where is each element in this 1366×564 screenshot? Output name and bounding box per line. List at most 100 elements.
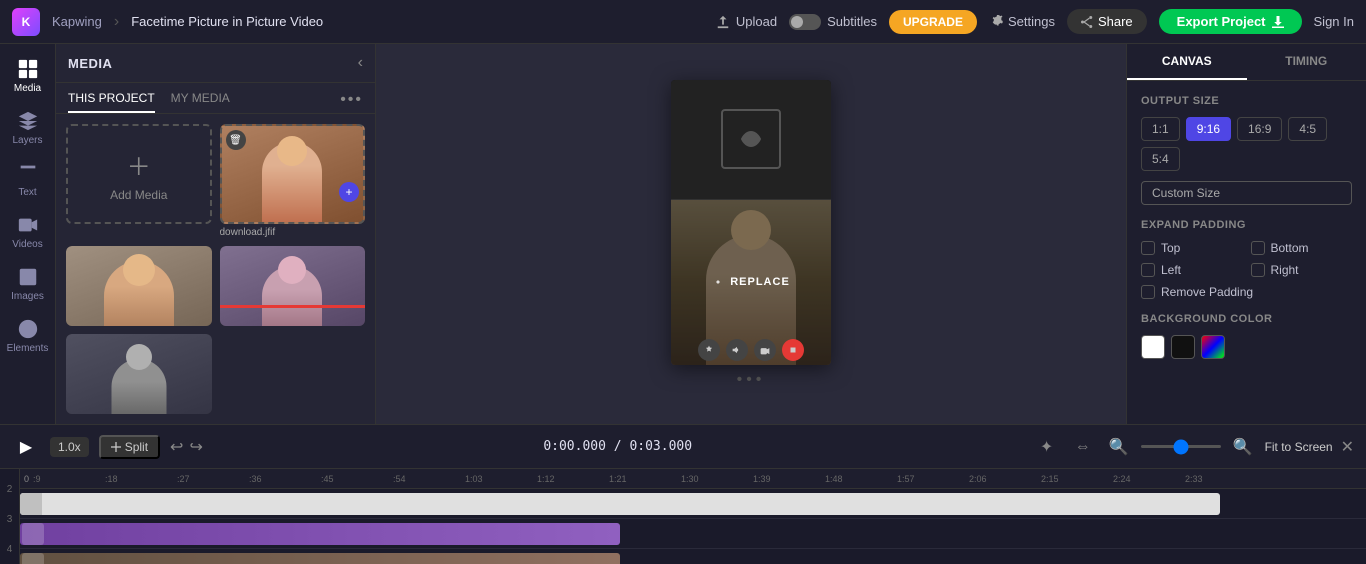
padding-bottom: Bottom bbox=[1251, 241, 1353, 255]
padding-left-label: Left bbox=[1161, 263, 1181, 277]
sidebar-item-text[interactable]: Text bbox=[3, 156, 53, 204]
subtitles-toggle[interactable]: Subtitles bbox=[789, 14, 877, 30]
sidebar-elements-label: Elements bbox=[7, 343, 49, 354]
fit-to-screen-button[interactable]: Fit to Screen bbox=[1265, 440, 1333, 454]
background-color-label: BACKGROUND COLOR bbox=[1141, 313, 1352, 325]
bottom-area: ▶ 1.0x Split ↩ ↪ 0:00.000 / 0:03.000 ✦ ⇔… bbox=[0, 424, 1366, 564]
output-size-buttons: 1:1 9:16 16:9 4:5 5:4 bbox=[1141, 117, 1352, 171]
track-num-3: 3 bbox=[0, 504, 19, 534]
media-panel: MEDIA ‹ THIS PROJECT MY MEDIA ••• ＋ Add … bbox=[56, 44, 376, 424]
color-swatch-black[interactable] bbox=[1171, 335, 1195, 359]
sidebar-item-images[interactable]: Images bbox=[3, 260, 53, 308]
split-label: Split bbox=[125, 440, 148, 454]
play-button[interactable]: ▶ bbox=[12, 433, 40, 461]
main-area: Media Layers Text Videos Images Elements… bbox=[0, 44, 1366, 424]
export-button[interactable]: Export Project bbox=[1159, 9, 1302, 34]
undo-redo-controls: ↩ ↪ bbox=[170, 437, 203, 457]
media-plus-badge-1[interactable]: + bbox=[339, 182, 359, 202]
padding-top: Top bbox=[1141, 241, 1243, 255]
track-clip-img[interactable] bbox=[20, 523, 620, 545]
padding-right-checkbox[interactable] bbox=[1251, 263, 1265, 277]
sidebar-item-elements[interactable]: Elements bbox=[3, 312, 53, 360]
zoom-slider[interactable] bbox=[1141, 445, 1221, 448]
media-item[interactable]: download.jfif bbox=[220, 246, 366, 326]
media-tab-my-media[interactable]: MY MEDIA bbox=[171, 91, 230, 113]
media-panel-collapse-button[interactable]: ‹ bbox=[358, 54, 363, 72]
media-item[interactable]: 🗑 + download.jfif bbox=[220, 124, 366, 238]
track-num-4: 4 bbox=[0, 534, 19, 564]
canvas-slot-top bbox=[671, 80, 831, 200]
sidebar-layers-label: Layers bbox=[12, 135, 42, 146]
split-button[interactable]: Split bbox=[99, 435, 160, 459]
canvas-ctrl-effects[interactable] bbox=[698, 339, 720, 361]
media-panel-header: MEDIA ‹ bbox=[56, 44, 375, 83]
timeline-tracks[interactable]: 0 :9 :18 :27 :36 :45 :54 1:03 1:12 1:21 … bbox=[20, 469, 1366, 564]
add-media-button[interactable]: ＋ Add Media bbox=[66, 124, 212, 224]
custom-size-button[interactable]: Custom Size bbox=[1141, 181, 1352, 205]
media-delete-badge-1[interactable]: 🗑 bbox=[226, 130, 246, 150]
right-panel-tabs: CANVAS TIMING bbox=[1127, 44, 1366, 81]
remove-padding-label: Remove Padding bbox=[1161, 285, 1253, 299]
time-display: 0:00.000 / 0:03.000 bbox=[213, 439, 1023, 454]
media-item[interactable]: 9ba1e8f095a4c... bbox=[66, 334, 212, 414]
ripple-button[interactable]: ✦ bbox=[1033, 433, 1061, 461]
track-row-3[interactable] bbox=[20, 519, 1366, 549]
zoom-in-button[interactable]: 🔍 bbox=[1229, 433, 1257, 461]
track-clip-white[interactable] bbox=[20, 493, 1220, 515]
media-item[interactable]: download.jfif bbox=[66, 246, 212, 326]
media-thumb-4 bbox=[66, 334, 212, 414]
subtitles-label: Subtitles bbox=[827, 14, 877, 29]
tab-timing[interactable]: TIMING bbox=[1247, 44, 1366, 80]
color-swatch-white[interactable] bbox=[1141, 335, 1165, 359]
media-thumb-2 bbox=[66, 246, 212, 326]
canvas-ctrl-mute[interactable] bbox=[726, 339, 748, 361]
undo-button[interactable]: ↩ bbox=[170, 437, 183, 457]
upload-button[interactable]: Upload bbox=[716, 14, 777, 29]
speed-control[interactable]: 1.0x bbox=[50, 437, 89, 457]
media-tab-more[interactable]: ••• bbox=[340, 91, 363, 113]
padding-left-checkbox[interactable] bbox=[1141, 263, 1155, 277]
add-media-label: Add Media bbox=[110, 188, 167, 202]
remove-padding-checkbox[interactable] bbox=[1141, 285, 1155, 299]
color-swatch-custom[interactable] bbox=[1201, 335, 1225, 359]
canvas-ctrl-camera[interactable] bbox=[754, 339, 776, 361]
sidebar-item-media[interactable]: Media bbox=[3, 52, 53, 100]
padding-bottom-checkbox[interactable] bbox=[1251, 241, 1265, 255]
timeline-track-numbers: 2 3 4 bbox=[0, 469, 20, 564]
size-btn-9-16[interactable]: 9:16 bbox=[1186, 117, 1231, 141]
track-clip-img2[interactable] bbox=[20, 553, 620, 564]
media-tab-this-project[interactable]: THIS PROJECT bbox=[68, 91, 155, 113]
brand-name[interactable]: Kapwing bbox=[52, 14, 102, 29]
timeline-ruler: 0 :9 :18 :27 :36 :45 :54 1:03 1:12 1:21 … bbox=[20, 469, 1366, 489]
canvas-ctrl-end[interactable] bbox=[782, 339, 804, 361]
upgrade-button[interactable]: UPGRADE bbox=[889, 10, 977, 34]
track-row-4[interactable] bbox=[20, 549, 1366, 564]
zoom-out-button[interactable]: 🔍 bbox=[1105, 433, 1133, 461]
output-size-label: OUTPUT SIZE bbox=[1141, 95, 1352, 107]
background-color-swatches bbox=[1141, 335, 1352, 359]
padding-top-checkbox[interactable] bbox=[1141, 241, 1155, 255]
size-btn-16-9[interactable]: 16:9 bbox=[1237, 117, 1282, 141]
project-title[interactable]: Facetime Picture in Picture Video bbox=[131, 14, 323, 29]
expand-padding-section: EXPAND PADDING Top Bottom Left bbox=[1141, 219, 1352, 299]
canvas-more-dots[interactable]: ••• bbox=[737, 371, 766, 389]
timeline: 2 3 4 0 :9 :18 :27 :36 :45 :54 1:03 1:12… bbox=[0, 469, 1366, 564]
sidebar-item-layers[interactable]: Layers bbox=[3, 104, 53, 152]
sign-in-button[interactable]: Sign In bbox=[1314, 14, 1354, 29]
padding-left: Left bbox=[1141, 263, 1243, 277]
sidebar-item-videos[interactable]: Videos bbox=[3, 208, 53, 256]
right-panel: CANVAS TIMING OUTPUT SIZE 1:1 9:16 16:9 … bbox=[1126, 44, 1366, 424]
subtitles-toggle-switch[interactable] bbox=[789, 14, 821, 30]
size-btn-1-1[interactable]: 1:1 bbox=[1141, 117, 1180, 141]
time-total: 0:03.000 bbox=[629, 439, 692, 454]
size-btn-5-4[interactable]: 5:4 bbox=[1141, 147, 1180, 171]
share-button[interactable]: Share bbox=[1067, 9, 1147, 34]
settings-button[interactable]: Settings bbox=[989, 14, 1055, 29]
close-button[interactable]: ✕ bbox=[1341, 437, 1354, 457]
redo-button[interactable]: ↪ bbox=[189, 437, 202, 457]
tab-canvas[interactable]: CANVAS bbox=[1127, 44, 1247, 80]
size-btn-4-5[interactable]: 4:5 bbox=[1288, 117, 1327, 141]
track-row-2[interactable] bbox=[20, 489, 1366, 519]
left-sidebar: Media Layers Text Videos Images Elements bbox=[0, 44, 56, 424]
move-button[interactable]: ⇔ bbox=[1069, 433, 1097, 461]
